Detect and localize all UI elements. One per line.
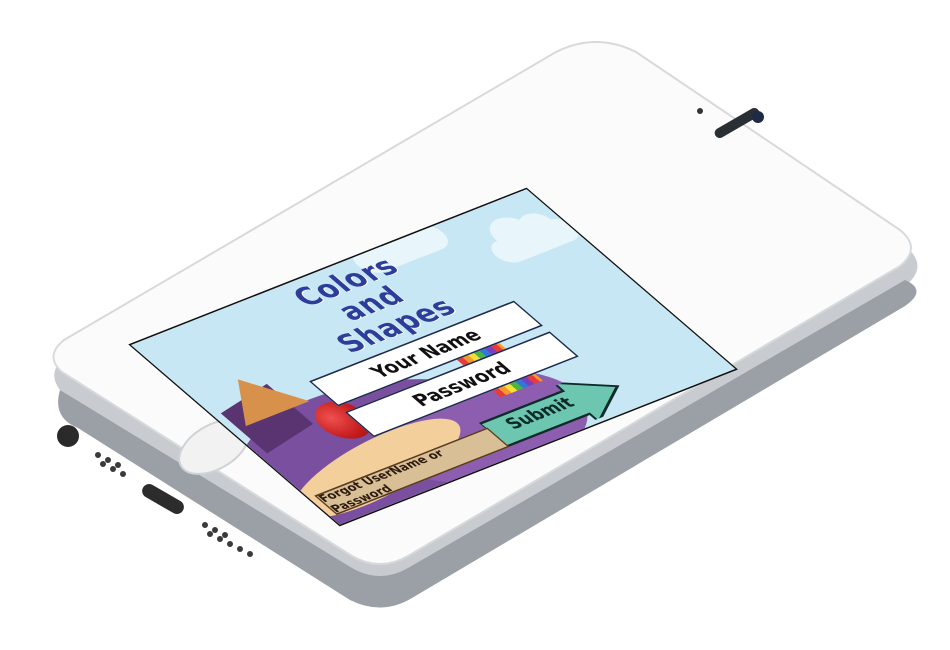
device-stage: Colors and Shapes Your Name Password Sub… [0,0,950,650]
sensor-icon [697,108,703,114]
front-camera-icon [752,111,764,123]
headphone-jack-icon [57,425,79,447]
speaker-grille-left-icon [95,452,126,477]
